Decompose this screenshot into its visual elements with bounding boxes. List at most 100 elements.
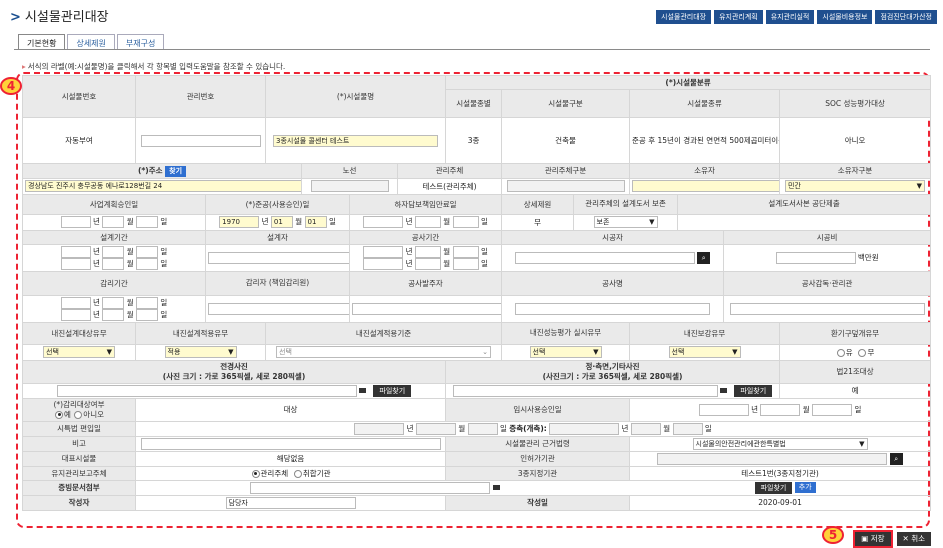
construction-end-year[interactable]: [363, 257, 404, 270]
legal-basis-label[interactable]: 시설물관리 근거법령: [445, 435, 631, 452]
mgmt-no-input[interactable]: [140, 134, 261, 147]
construction-start-year[interactable]: [363, 245, 404, 258]
design-end-month[interactable]: [102, 257, 125, 270]
article21-label[interactable]: 법21조대상: [779, 359, 932, 384]
facility-name-input[interactable]: 3종시설물 콜센터 테스트: [273, 134, 439, 147]
tab-detail[interactable]: 상세제원: [67, 34, 115, 49]
report-subject-label[interactable]: 유지관리보고주체: [22, 465, 136, 481]
doc-attach-add-button[interactable]: 추가: [794, 482, 816, 493]
nav-inspection-fee[interactable]: 점검진단대가산정: [875, 10, 937, 24]
manager-type-input[interactable]: [506, 180, 625, 192]
expansion-month[interactable]: [630, 422, 661, 435]
note-input[interactable]: [140, 437, 441, 450]
construction-period-label[interactable]: 공사기간: [349, 229, 503, 245]
warranty-month-input[interactable]: [414, 216, 441, 228]
completion-month-input[interactable]: 01: [270, 216, 293, 228]
design-end-day[interactable]: [136, 257, 159, 270]
warranty-end-label[interactable]: 하자담보책임만료일: [349, 193, 503, 215]
temp-use-year[interactable]: [698, 403, 749, 416]
completion-label[interactable]: (*)준공(사용승인)일: [204, 193, 351, 215]
facility-no-label[interactable]: 시설물번호: [22, 75, 136, 118]
supervision-start-month[interactable]: [102, 296, 125, 309]
ventilation-label[interactable]: 환기구덮개유무: [779, 321, 932, 345]
ventilation-no-radio[interactable]: [858, 348, 867, 357]
seismic-criteria-select[interactable]: 선택 ⌄: [276, 346, 492, 358]
temp-use-month[interactable]: [760, 403, 801, 416]
temp-use-day[interactable]: [812, 403, 853, 416]
design-keep-select[interactable]: 보존 ▼: [593, 216, 658, 228]
plan-year-input[interactable]: [60, 216, 91, 228]
supervision-period-label[interactable]: 감리기간: [22, 270, 206, 296]
constructor-input[interactable]: [514, 251, 695, 264]
panorama-file-button[interactable]: 파일찾기: [373, 384, 412, 397]
write-date-label[interactable]: 작성일: [445, 494, 631, 511]
construction-start-day[interactable]: [452, 245, 479, 258]
owner-label[interactable]: 소유자: [629, 163, 781, 179]
mgmt-no-label[interactable]: 관리번호: [134, 75, 267, 118]
completion-year-input[interactable]: 1970: [219, 216, 260, 228]
supervising-agency-label[interactable]: 공사감독·관리관: [723, 270, 932, 296]
urban-year[interactable]: [354, 422, 405, 435]
note-label[interactable]: 비고: [22, 435, 136, 452]
nav-maintenance-plan[interactable]: 유지관리계획: [714, 10, 763, 24]
seismic-applied-label[interactable]: 내진설계적용유무: [134, 321, 267, 345]
seismic-reinforce-select[interactable]: 선택 ▼: [668, 346, 741, 358]
side-photo-file-input[interactable]: [452, 384, 718, 397]
constructor-search-icon[interactable]: ⌕: [697, 251, 711, 264]
owner-type-select[interactable]: 민간 ▼: [785, 180, 926, 192]
supervision-start-year[interactable]: [60, 296, 91, 309]
warranty-day-input[interactable]: [452, 216, 479, 228]
side-photo-label[interactable]: 정·측면,기타사진 (사진크기 : 가로 365픽셀, 세로 280픽셀): [445, 359, 781, 384]
urban-date-label[interactable]: 시특법 편입일: [22, 420, 136, 437]
seismic-target-label[interactable]: 내진설계대상유무: [22, 321, 136, 345]
urban-month[interactable]: [415, 422, 456, 435]
seismic-eval-label[interactable]: 내진성능평가 실시유무: [501, 321, 631, 345]
supervision-end-year[interactable]: [60, 308, 91, 321]
tab-basic[interactable]: 기본현황: [18, 34, 66, 49]
construction-start-month[interactable]: [414, 245, 441, 258]
seismic-target-select[interactable]: 선택 ▼: [43, 346, 115, 358]
design-keep-label[interactable]: 관리주체의 설계도서 보존: [573, 193, 679, 215]
construction-end-month[interactable]: [414, 257, 441, 270]
construction-name-input[interactable]: [515, 302, 711, 315]
nav-maintenance-result[interactable]: 유지관리실적: [765, 10, 815, 24]
client-input[interactable]: [352, 302, 501, 315]
construction-cost-label[interactable]: 시공비: [723, 229, 932, 245]
legal-basis-select[interactable]: 시설물의안전관리에관한특별법 ▼: [692, 437, 868, 450]
designer-label[interactable]: 설계자: [204, 229, 351, 245]
soc-label[interactable]: SOC 성능평가대상: [779, 89, 932, 118]
kind-label[interactable]: 시설물종류: [629, 89, 781, 118]
writer-label[interactable]: 작성자: [22, 494, 136, 511]
designer-input[interactable]: [208, 251, 349, 264]
design-start-day[interactable]: [136, 245, 159, 258]
owner-type-label[interactable]: 소유자구분: [779, 163, 932, 179]
supervision-target-label[interactable]: (*)감리대상여부 예 아니오: [22, 397, 136, 422]
plan-day-input[interactable]: [136, 216, 159, 228]
permit-search-icon[interactable]: ⌕: [889, 452, 903, 465]
nav-facility-register[interactable]: 시설물관리대장: [656, 10, 712, 24]
seismic-criteria-label[interactable]: 내진설계적용기준: [265, 321, 503, 345]
urban-day[interactable]: [467, 422, 498, 435]
owner-input[interactable]: [632, 180, 779, 192]
construction-name-label[interactable]: 공사명: [501, 270, 725, 296]
panorama-label[interactable]: 전경사진 (사진 크기 : 가로 365픽셀, 세로 280픽셀): [21, 359, 447, 384]
supervisor-input[interactable]: [208, 302, 349, 315]
completion-day-input[interactable]: 01: [304, 216, 327, 228]
address-find-button[interactable]: 찾기: [165, 165, 187, 177]
doc-attach-input[interactable]: [250, 481, 491, 494]
supervision-no-radio[interactable]: [74, 410, 83, 419]
warranty-year-input[interactable]: [363, 216, 404, 228]
route-label[interactable]: 노선: [301, 163, 399, 179]
doc-attach-file-button[interactable]: 파일찾기: [754, 481, 793, 494]
supervision-end-month[interactable]: [102, 308, 125, 321]
expansion-day[interactable]: [672, 422, 703, 435]
nav-cost-info[interactable]: 시설물비용정보: [817, 10, 873, 24]
address-label[interactable]: (*)주소 찾기: [21, 163, 303, 179]
supervision-end-day[interactable]: [136, 308, 159, 321]
supervision-start-day[interactable]: [136, 296, 159, 309]
plan-approval-label[interactable]: 사업계획승인일: [22, 193, 206, 215]
client-label[interactable]: 공사발주자: [349, 270, 503, 296]
expansion-year[interactable]: [549, 422, 620, 435]
facility-name-label[interactable]: (*)시설물명: [265, 75, 447, 118]
construction-end-day[interactable]: [452, 257, 479, 270]
